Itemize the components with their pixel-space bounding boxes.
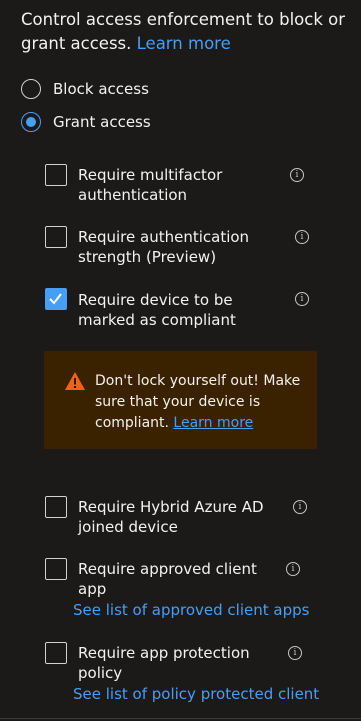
info-icon[interactable]: i xyxy=(295,230,309,244)
auth-strength-label: Require authentication strength (Preview… xyxy=(78,228,250,266)
warning-learn-more-link[interactable]: Learn more xyxy=(173,415,253,431)
warning-message-bar: Don't lock yourself out! Make sure that … xyxy=(44,351,317,449)
info-icon[interactable]: i xyxy=(290,168,304,182)
intro-learn-more-link[interactable]: Learn more xyxy=(137,34,231,53)
compliant-label: Require device to be marked as compliant xyxy=(78,291,236,329)
info-icon[interactable]: i xyxy=(288,646,302,660)
auth-strength-checkbox[interactable] xyxy=(45,226,67,248)
app-protection-policy-checkbox[interactable] xyxy=(45,642,67,664)
radio-selected-dot xyxy=(26,117,36,127)
app-protection-policy-label: Require app protection policy xyxy=(78,644,250,682)
block-access-label: Block access xyxy=(53,80,149,98)
intro-text: Control access enforcement to block or g… xyxy=(21,8,351,56)
info-icon[interactable]: i xyxy=(286,562,300,576)
approved-client-app-checkbox[interactable] xyxy=(45,558,67,580)
hybrid-joined-label: Require Hybrid Azure AD joined device xyxy=(78,498,264,536)
mfa-label: Require multifactor authentication xyxy=(78,166,223,204)
grant-access-label: Grant access xyxy=(53,113,151,131)
divider xyxy=(0,718,361,719)
mfa-checkbox[interactable] xyxy=(45,164,67,186)
compliant-checkbox[interactable] xyxy=(45,288,67,310)
checkmark-icon xyxy=(49,293,62,305)
block-access-radio[interactable] xyxy=(21,79,41,99)
grant-access-radio[interactable] xyxy=(21,112,41,132)
block-access-radio-row[interactable]: Block access xyxy=(21,77,149,101)
info-icon[interactable]: i xyxy=(295,292,309,306)
grant-access-radio-row[interactable]: Grant access xyxy=(21,110,151,134)
approved-client-apps-link[interactable]: See list of approved client apps xyxy=(73,600,309,620)
info-icon[interactable]: i xyxy=(293,500,307,514)
warning-triangle-icon xyxy=(65,372,85,390)
warning-text: Don't lock yourself out! Make sure that … xyxy=(95,371,307,434)
approved-client-app-label: Require approved client app xyxy=(78,560,257,598)
hybrid-joined-checkbox[interactable] xyxy=(45,496,67,518)
policy-protected-client-link[interactable]: See list of policy protected client xyxy=(73,684,319,704)
